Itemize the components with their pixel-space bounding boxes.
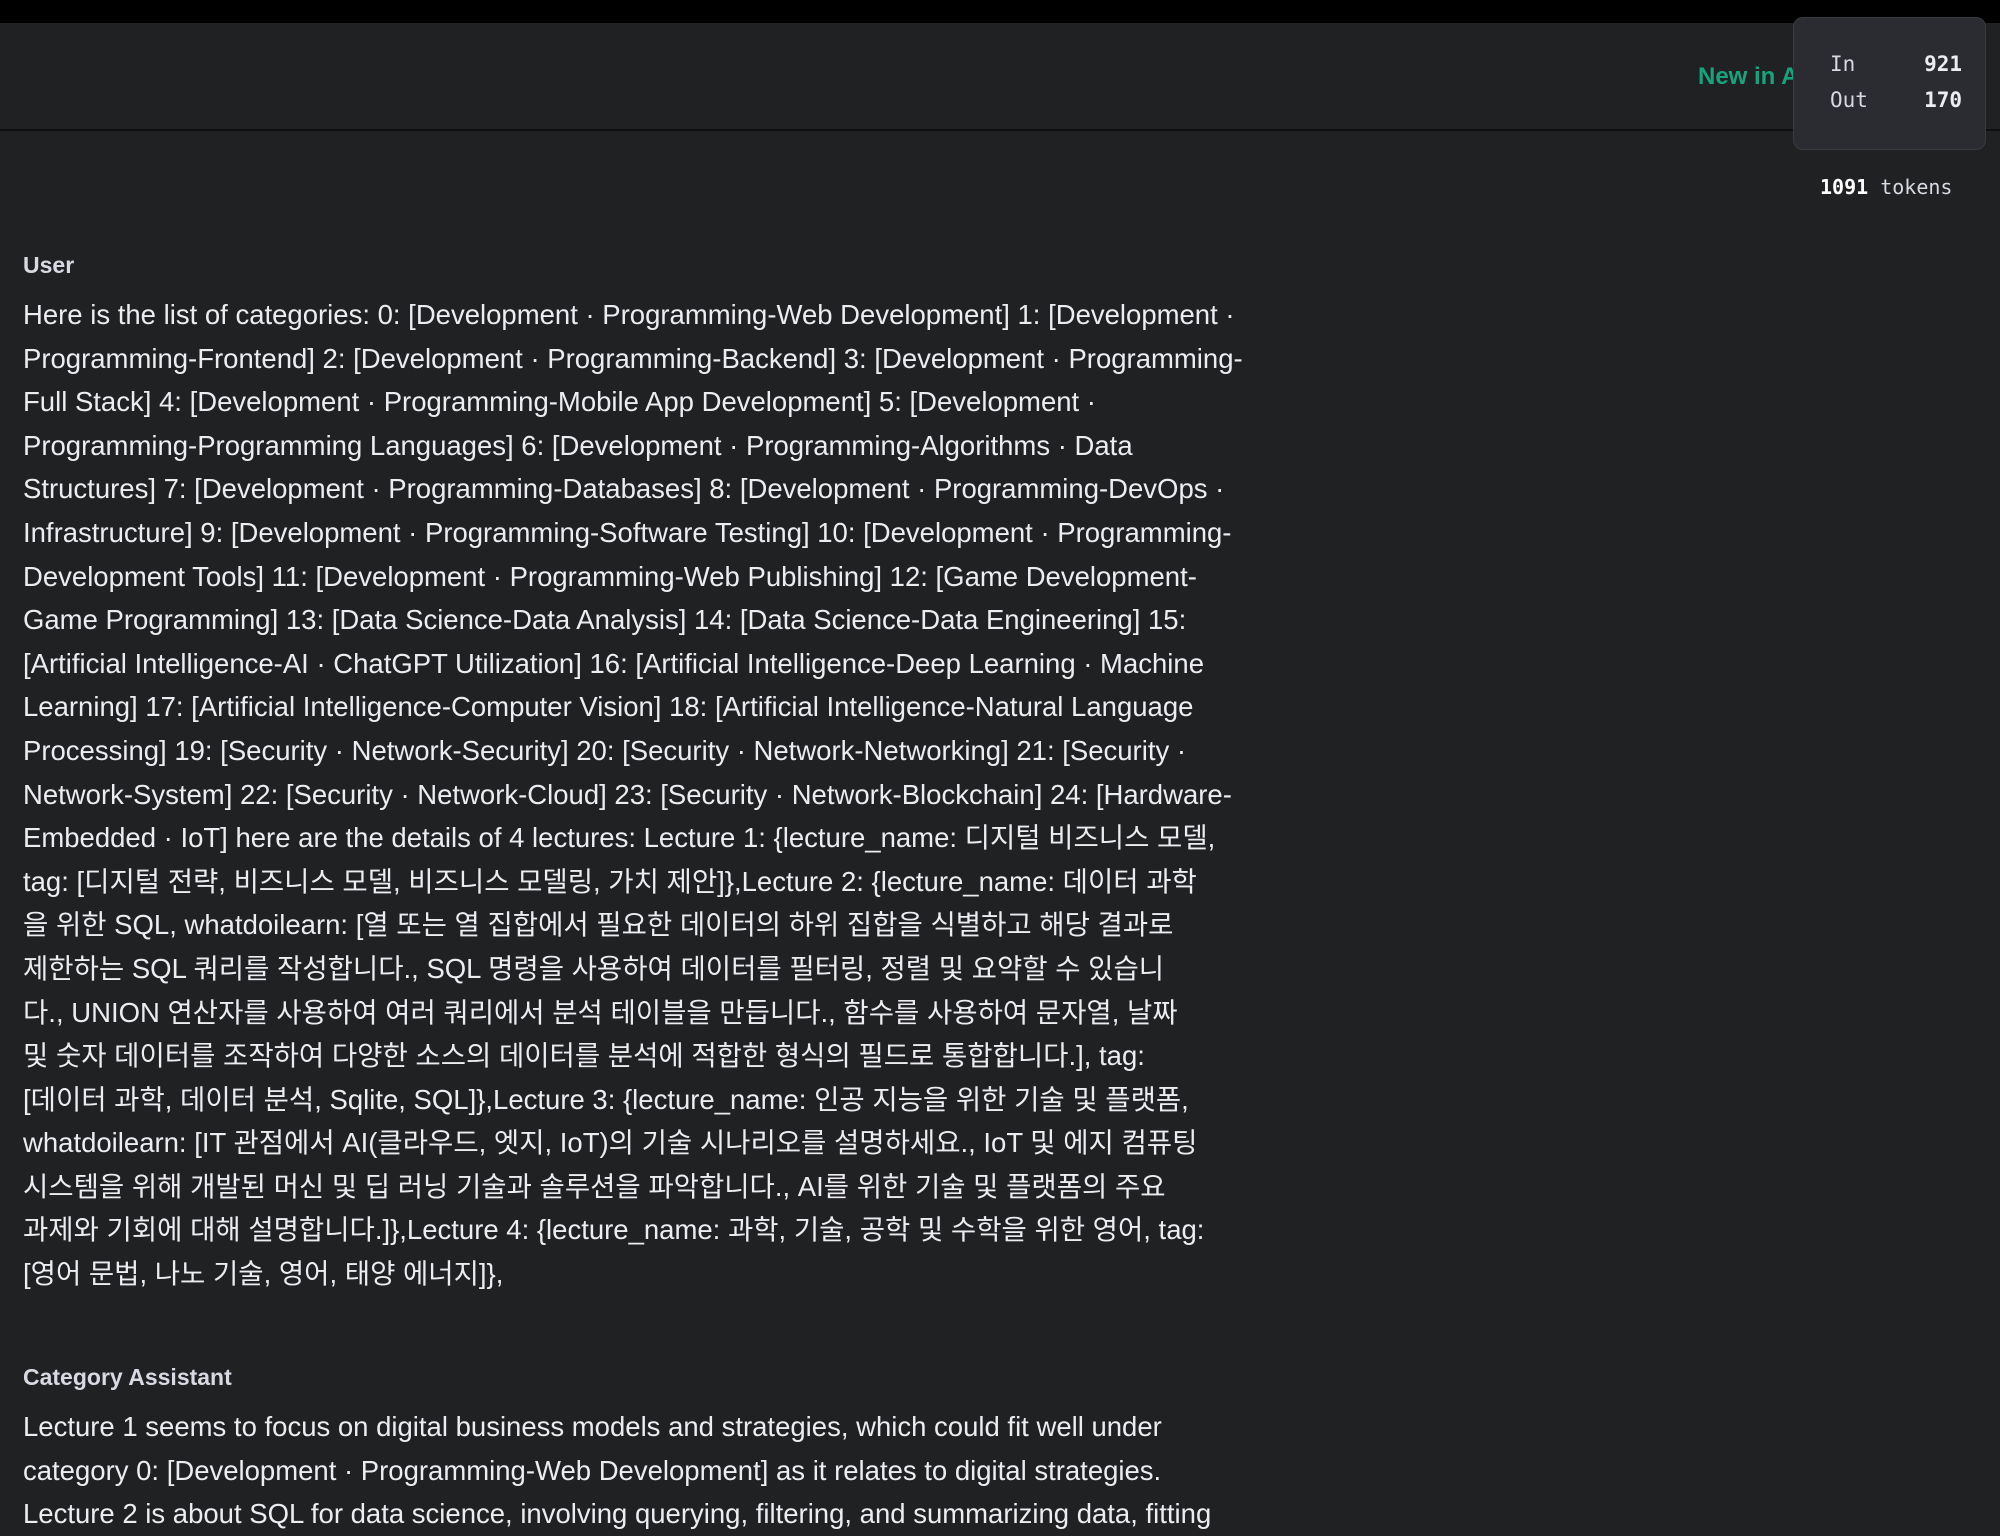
message-line: Development Tools] 11: [Development · Pr… <box>23 560 1197 592</box>
message-line: 시스템을 위해 개발된 머신 및 딥 러닝 기술과 솔루션을 파악합니다., A… <box>23 1170 1166 1202</box>
message-assistant: Category Assistant Lecture 1 seems to fo… <box>23 1364 1323 1536</box>
stat-row-in: In 921 <box>1830 52 1962 76</box>
message-line: 및 숫자 데이터를 조작하여 다양한 소스의 데이터를 분석에 적합한 형식의 … <box>23 1040 1145 1072</box>
message-body: Here is the list of categories: 0: [Deve… <box>23 293 1323 1296</box>
message-line: 과제와 기회에 대해 설명합니다.]},Lecture 4: {lecture_… <box>23 1214 1205 1246</box>
message-line: tag: [디지털 전략, 비즈니스 모델, 비즈니스 모델링, 가치 제안]}… <box>23 865 1197 897</box>
message-line: [영어 문법, 나노 기술, 영어, 태양 에너지]}, <box>23 1258 504 1290</box>
header-bar: New in A <box>0 23 2000 131</box>
window-top-strip <box>0 0 2000 23</box>
message-line: Processing] 19: [Security · Network-Secu… <box>23 734 1187 766</box>
message-line: Learning] 17: [Artificial Intelligence-C… <box>23 691 1194 723</box>
message-user: User Here is the list of categories: 0: … <box>23 252 1323 1296</box>
message-body: Lecture 1 seems to focus on digital busi… <box>23 1405 1323 1536</box>
message-line: Lecture 2 is about SQL for data science,… <box>23 1498 1212 1530</box>
message-line: category 0: [Development · Programming-W… <box>23 1454 1162 1486</box>
new-features-link[interactable]: New in A <box>1698 63 1798 91</box>
message-line: 제한하는 SQL 쿼리를 작성합니다., SQL 명령을 사용하여 데이터를 필… <box>23 952 1165 984</box>
message-line: whatdoilearn: [IT 관점에서 AI(클라우드, 엣지, IoT)… <box>23 1127 1198 1159</box>
stat-in-value: 921 <box>1924 52 1962 76</box>
message-line: Structures] 7: [Development · Programmin… <box>23 473 1225 505</box>
message-line: Lecture 1 seems to focus on digital busi… <box>23 1411 1162 1442</box>
message-line: Network-System] 22: [Security · Network-… <box>23 778 1232 810</box>
token-stats-panel: In 921 Out 170 <box>1793 17 1986 150</box>
stat-row-out: Out 170 <box>1830 88 1962 112</box>
message-line: 을 위한 SQL, whatdoilearn: [열 또는 열 집합에서 필요한… <box>23 909 1174 941</box>
message-line: Programming-Frontend] 2: [Development · … <box>23 342 1243 374</box>
message-line: Infrastructure] 9: [Development · Progra… <box>23 516 1232 548</box>
message-role: Category Assistant <box>23 1364 232 1390</box>
message-line: 다., UNION 연산자를 사용하여 여러 쿼리에서 분석 테이블을 만듭니다… <box>23 996 1178 1028</box>
message-line: Embedded · IoT] here are the details of … <box>23 822 1216 854</box>
message-line: Programming-Programming Languages] 6: [D… <box>23 429 1133 461</box>
tokens-count: 1091 <box>1820 175 1869 199</box>
stat-out-value: 170 <box>1924 88 1962 112</box>
tokens-unit: tokens <box>1880 175 1953 199</box>
message-line: [데이터 과학, 데이터 분석, Sqlite, SQL]},Lecture 3… <box>23 1083 1189 1115</box>
message-line: Here is the list of categories: 0: [Deve… <box>23 299 1235 330</box>
stat-in-label: In <box>1830 52 1856 76</box>
message-line: [Artificial Intelligence-AI · ChatGPT Ut… <box>23 647 1204 679</box>
stat-out-label: Out <box>1830 88 1868 112</box>
message-line: Full Stack] 4: [Development · Programmin… <box>23 386 1096 418</box>
message-role: User <box>23 252 75 278</box>
message-line: Game Programming] 13: [Data Science-Data… <box>23 604 1187 636</box>
total-tokens: 1091 tokens <box>1820 175 1952 199</box>
